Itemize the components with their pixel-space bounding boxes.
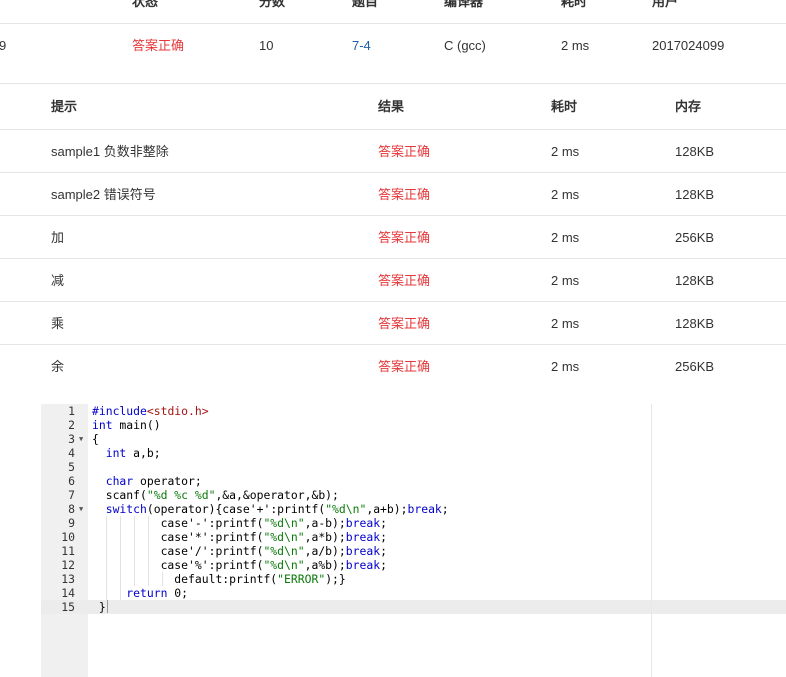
- code-line[interactable]: 13 default:printf("ERROR");}: [41, 572, 786, 586]
- testcase-hint: 乘: [51, 316, 65, 331]
- testcase-result: 答案正确: [378, 230, 431, 245]
- code-line[interactable]: 12 case'%':printf("%d\n",a%b);break;: [41, 558, 786, 572]
- divider: [0, 344, 786, 345]
- col-result-header: 结果: [378, 99, 405, 114]
- testcase-hint: 余: [51, 359, 65, 374]
- code-line[interactable]: 9 case'-':printf("%d\n",a-b);break;: [41, 516, 786, 530]
- line-number: 2: [68, 418, 75, 432]
- testcase-hint: sample1 负数非整除: [51, 144, 169, 159]
- testcase-time: 2 ms: [551, 316, 580, 331]
- testcase-result: 答案正确: [378, 316, 431, 331]
- testcase-memory: 128KB: [675, 316, 715, 331]
- code-line[interactable]: 4 int a,b;: [41, 446, 786, 460]
- testcase-time: 2 ms: [551, 359, 580, 374]
- testcase-time: 2 ms: [551, 230, 580, 245]
- line-number: 7: [68, 488, 75, 502]
- divider: [0, 258, 786, 259]
- divider: [0, 23, 786, 24]
- time-value: 2 ms: [561, 38, 590, 53]
- testcase-hint: 加: [51, 230, 65, 245]
- code-line[interactable]: 2 int main(): [41, 418, 786, 432]
- code-line[interactable]: 7 scanf("%d %c %d",&a,&operator,&b);: [41, 488, 786, 502]
- line-number: 4: [68, 446, 75, 460]
- line-number: 9: [68, 516, 75, 530]
- col-time-header: 耗时: [551, 99, 578, 114]
- col-compiler-header: 编译器: [444, 0, 484, 9]
- line-number: 5: [68, 460, 75, 474]
- line-number: 11: [61, 544, 75, 558]
- testcase-hint: sample2 错误符号: [51, 187, 156, 202]
- col-memory-header: 内存: [675, 99, 702, 114]
- line-number: 14: [61, 586, 75, 600]
- line-number: 3: [68, 432, 75, 446]
- testcase-memory: 256KB: [675, 359, 715, 374]
- code-editor[interactable]: 1 #include<stdio.h> 2 int main() 3 ▼ { 4…: [41, 404, 786, 677]
- score-value: 10: [259, 38, 274, 53]
- line-number: 12: [61, 558, 75, 572]
- text-cursor: [106, 600, 108, 613]
- testcase-time: 2 ms: [551, 187, 580, 202]
- col-status-header: 状态: [132, 0, 159, 9]
- line-number: 8: [68, 502, 75, 516]
- submission-id: 9: [0, 38, 7, 53]
- col-hint-header: 提示: [51, 99, 78, 114]
- line-number: 13: [61, 572, 75, 586]
- testcase-memory: 256KB: [675, 230, 715, 245]
- col-score-header: 分数: [259, 0, 286, 9]
- code-line[interactable]: 11 case'/':printf("%d\n",a/b);break;: [41, 544, 786, 558]
- testcase-result: 答案正确: [378, 144, 431, 159]
- user-value[interactable]: 2017024099: [652, 38, 724, 54]
- divider: [0, 301, 786, 302]
- testcase-memory: 128KB: [675, 187, 715, 202]
- col-problem-header: 题目: [352, 0, 379, 9]
- testcase-memory: 128KB: [675, 144, 715, 159]
- testcase-memory: 128KB: [675, 273, 715, 288]
- line-number: 6: [68, 474, 75, 488]
- code-line[interactable]: 1 #include<stdio.h>: [41, 404, 786, 418]
- testcase-time: 2 ms: [551, 273, 580, 288]
- compiler-value: C (gcc): [444, 38, 486, 53]
- divider: [0, 172, 786, 173]
- code-line[interactable]: 10 case'*':printf("%d\n",a*b);break;: [41, 530, 786, 544]
- fold-arrow-icon[interactable]: ▼: [79, 432, 83, 446]
- testcase-result: 答案正确: [378, 359, 431, 374]
- code-line[interactable]: 15 }: [41, 600, 786, 614]
- problem-link[interactable]: 7-4: [352, 38, 371, 54]
- code-line[interactable]: 3 ▼ {: [41, 432, 786, 446]
- testcase-result: 答案正确: [378, 273, 431, 288]
- status-badge[interactable]: 答案正确: [132, 38, 184, 54]
- line-number: 10: [61, 530, 75, 544]
- line-number: 1: [68, 404, 75, 418]
- divider: [0, 129, 786, 130]
- code-line[interactable]: 5: [41, 460, 786, 474]
- code-line[interactable]: 6 char operator;: [41, 474, 786, 488]
- code-line[interactable]: 8 ▼ switch(operator){case'+':printf("%d\…: [41, 502, 786, 516]
- col-time-header: 耗时: [561, 0, 588, 9]
- testcase-time: 2 ms: [551, 144, 580, 159]
- testcase-hint: 减: [51, 273, 65, 288]
- testcase-result: 答案正确: [378, 187, 431, 202]
- fold-arrow-icon[interactable]: ▼: [79, 502, 83, 516]
- divider: [0, 215, 786, 216]
- divider: [0, 83, 786, 84]
- code-line[interactable]: 14 return 0;: [41, 586, 786, 600]
- line-number: 15: [61, 600, 75, 614]
- col-user-header: 用户: [652, 0, 679, 9]
